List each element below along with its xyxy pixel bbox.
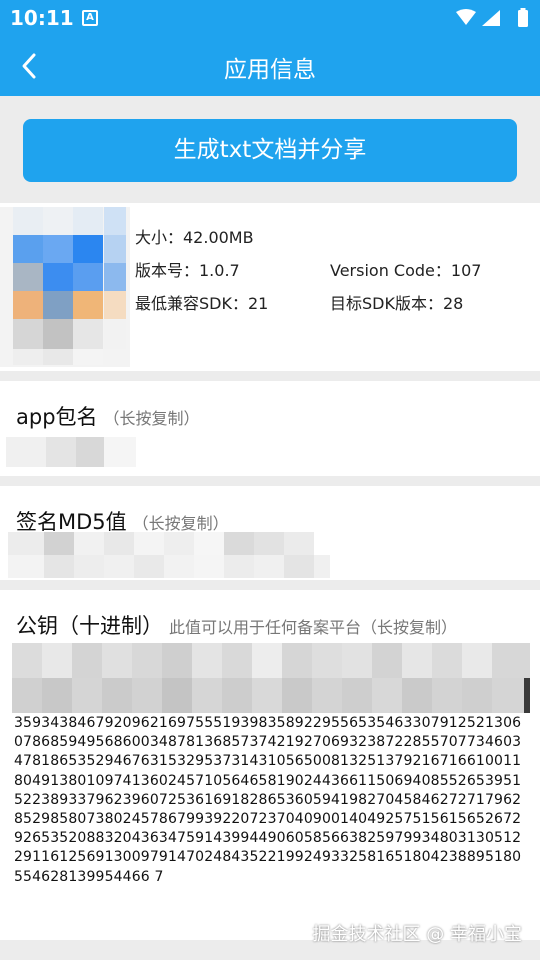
package-name-label: app包名 [16,405,98,429]
md5-label: 签名MD5值 [16,510,127,534]
page-title: 应用信息 [224,57,316,83]
app-icon [0,207,130,367]
app-size: 大小：42.00MB [135,228,254,247]
public-key-blurred-region [12,643,530,713]
generate-txt-share-button[interactable]: 生成txt文档并分享 [23,119,517,182]
version-code: Version Code：107 [330,261,482,280]
md5-value-blurred[interactable] [8,532,330,578]
battery-icon [518,10,528,27]
public-key-title: 公钥（十进制） 此值可以用于任何备案平台（长按复制） [16,610,457,640]
wifi-icon [456,9,476,25]
public-key-value[interactable]: 3593438467920962169755519398358922955653… [14,714,529,887]
package-name-value-blurred[interactable] [6,437,136,467]
public-key-hint: 此值可以用于任何备案平台（长按复制） [169,618,458,637]
signature-md5-card[interactable]: 签名MD5值 （长按复制） [0,486,540,580]
status-bar: 10:11 A [0,0,540,36]
status-time: 10:11 [10,6,74,30]
package-name-title: app包名 （长按复制） [16,401,200,431]
long-press-copy-hint: （长按复制） [103,409,200,428]
cellular-icon [482,10,500,26]
target-sdk: 目标SDK版本：28 [330,294,464,313]
public-key-label: 公钥（十进制） [16,614,163,638]
system-status-icons [456,8,528,27]
app-toolbar: 应用信息 [0,36,540,96]
version-name: 版本号：1.0.7 [135,261,240,280]
watermark: 掘金技术社区 @ 幸福小宝 [312,924,522,945]
long-press-copy-hint: （长按复制） [132,514,229,533]
package-name-card[interactable]: app包名 （长按复制） [0,381,540,476]
app-info-card: 大小：42.00MB 版本号：1.0.7 Version Code：107 最低… [0,203,540,371]
bottom-divider [0,946,540,960]
min-sdk: 最低兼容SDK：21 [135,294,269,313]
notification-icon: A [82,10,98,26]
